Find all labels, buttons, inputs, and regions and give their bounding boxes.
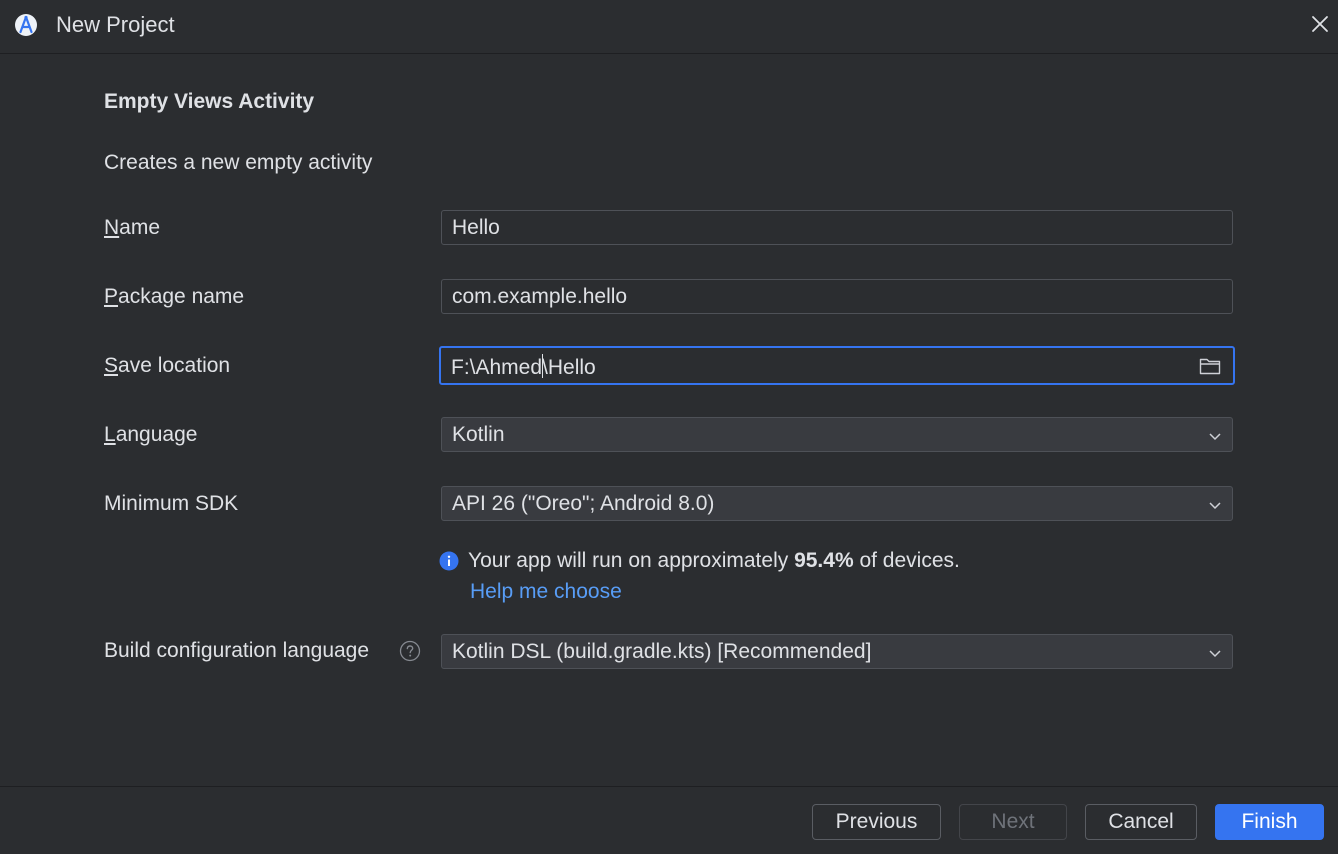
minimum-sdk-value: API 26 ("Oreo"; Android 8.0) [452, 492, 715, 515]
save-location-value: F:\Ahmed\Hello [451, 354, 596, 379]
title-bar: New Project [0, 0, 1338, 54]
save-location-field[interactable]: F:\Ahmed\Hello [439, 346, 1235, 385]
folder-icon[interactable] [1199, 356, 1221, 376]
device-coverage-text: Your app will run on approximately 95.4%… [468, 549, 960, 572]
chevron-down-icon [1209, 433, 1221, 441]
package-name-value: com.example.hello [452, 285, 628, 308]
help-me-choose-link[interactable]: Help me choose [470, 580, 622, 604]
language-dropdown[interactable]: Kotlin [441, 417, 1233, 452]
language-label: Language [104, 423, 198, 446]
coverage-percent: 95.4% [794, 549, 854, 572]
help-icon[interactable] [399, 640, 421, 662]
name-label: Name [104, 216, 161, 239]
build-config-dropdown[interactable]: Kotlin DSL (build.gradle.kts) [Recommend… [441, 634, 1233, 669]
android-studio-icon [15, 14, 37, 36]
template-description: Creates a new empty activity [104, 151, 373, 174]
next-button[interactable]: Next [959, 804, 1067, 840]
build-config-value: Kotlin DSL (build.gradle.kts) [Recommend… [452, 640, 872, 663]
close-icon[interactable] [1306, 10, 1334, 38]
chevron-down-icon [1209, 502, 1221, 510]
cancel-button[interactable]: Cancel [1085, 804, 1197, 840]
package-name-field[interactable]: com.example.hello [441, 279, 1233, 314]
language-value: Kotlin [452, 423, 505, 446]
chevron-down-icon [1209, 650, 1221, 658]
save-location-label: Save location [104, 354, 231, 377]
minimum-sdk-label: Minimum SDK [104, 492, 239, 515]
window-title: New Project [56, 12, 175, 37]
package-name-label: Package name [104, 285, 245, 308]
info-icon [439, 551, 459, 571]
previous-button[interactable]: Previous [812, 804, 941, 840]
build-config-label: Build configuration language [104, 639, 370, 662]
name-value: Hello [452, 216, 500, 239]
finish-button[interactable]: Finish [1215, 804, 1324, 840]
minimum-sdk-dropdown[interactable]: API 26 ("Oreo"; Android 8.0) [441, 486, 1233, 521]
template-heading: Empty Views Activity [104, 90, 315, 113]
name-field[interactable]: Hello [441, 210, 1233, 245]
